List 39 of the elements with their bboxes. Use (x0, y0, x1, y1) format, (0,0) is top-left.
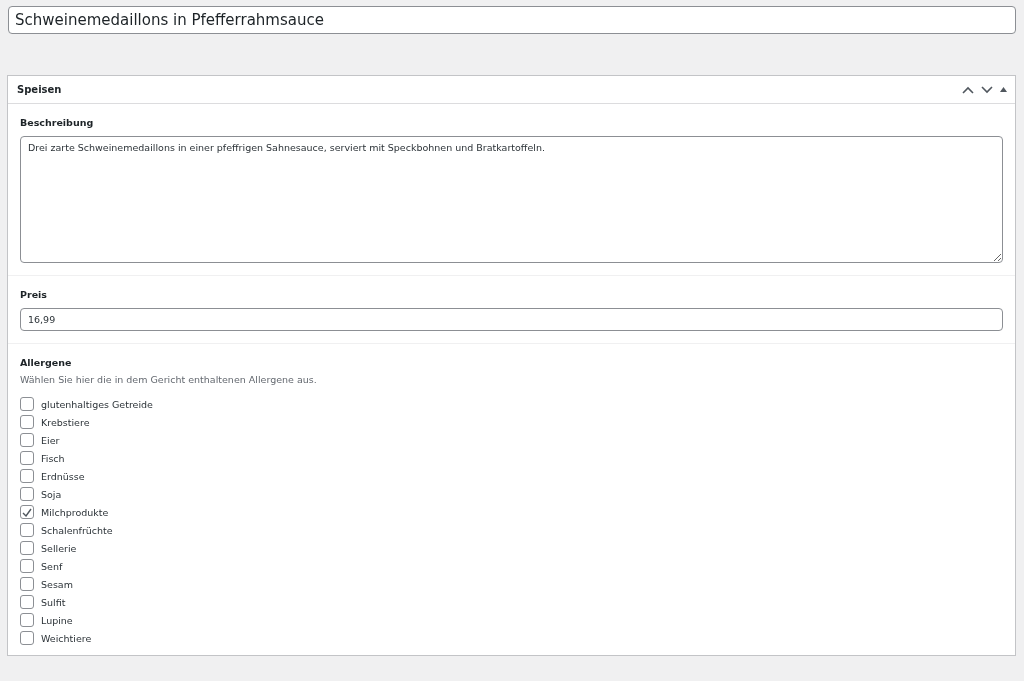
checkbox[interactable] (20, 631, 34, 645)
checkbox-label: Schalenfrüchte (41, 524, 113, 536)
checkbox[interactable] (20, 397, 34, 411)
checkbox-label: glutenhaltiges Getreide (41, 398, 153, 410)
description-field[interactable]: Drei zarte Schweinemedaillons in einer pfeffrigen Sahnesauce, serviert mit Speckbohnen und Bratkartoffeln. (20, 136, 1003, 263)
description-label: Beschreibung (20, 117, 95, 128)
allergens-label: Allergene (20, 357, 73, 368)
checkbox-label: Sesam (41, 578, 73, 590)
allergens-hint: Wählen Sie hier die in dem Gericht enthaltenen Allergene aus. (20, 374, 318, 385)
checkbox-label: Erdnüsse (41, 470, 85, 482)
checkbox[interactable] (20, 523, 34, 537)
checkbox[interactable] (20, 433, 34, 447)
checkbox[interactable] (20, 451, 34, 465)
collapse-triangle-icon[interactable] (1000, 87, 1007, 92)
checkbox[interactable] (20, 487, 34, 501)
checkbox-label: Krebstiere (41, 416, 90, 428)
checkbox[interactable] (20, 415, 34, 429)
checkbox-label: Eier (41, 434, 60, 446)
checkbox-label: Fisch (41, 452, 65, 464)
checkbox-label: Sulfit (41, 596, 66, 608)
chevron-down-icon[interactable] (981, 85, 993, 94)
panel-title: Speisen (17, 84, 62, 95)
checkbox[interactable] (20, 469, 34, 483)
checkbox[interactable] (20, 559, 34, 573)
chevron-up-icon[interactable] (962, 85, 974, 94)
price-label: Preis (20, 289, 48, 300)
checkbox-label: Senf (41, 560, 63, 572)
checkbox-label: Soja (41, 488, 62, 500)
title-field[interactable]: Schweinemedaillons in Pfefferrahmsauce (8, 6, 1016, 34)
checkbox[interactable] (20, 613, 34, 627)
checkbox-label: Sellerie (41, 542, 77, 554)
checkbox-label: Weichtiere (41, 632, 92, 644)
checkbox-label: Milchprodukte (41, 506, 109, 518)
checkbox[interactable] (20, 541, 34, 555)
price-field[interactable]: 16,99 (20, 308, 1003, 331)
checkbox-label: Lupine (41, 614, 73, 626)
checkbox[interactable] (20, 505, 34, 519)
checkbox[interactable] (20, 595, 34, 609)
checkbox[interactable] (20, 577, 34, 591)
